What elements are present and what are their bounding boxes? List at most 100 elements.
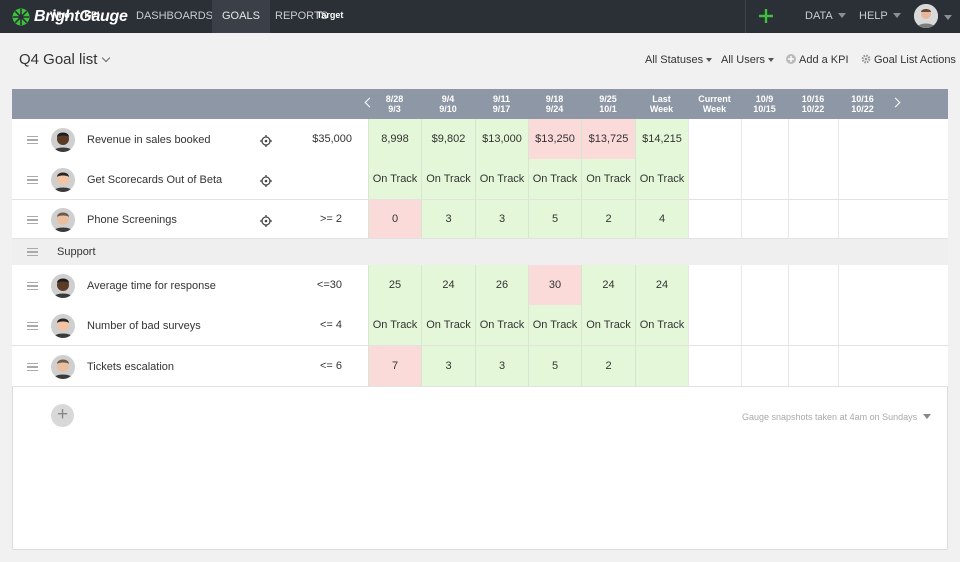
empty-cell[interactable]	[688, 200, 741, 238]
drag-handle-icon[interactable]	[27, 176, 38, 184]
metric-cell[interactable]: $13,250	[528, 119, 581, 159]
kpi-name[interactable]: Revenue in sales booked	[87, 134, 211, 146]
nav-goals[interactable]: GOALS	[212, 0, 270, 33]
kpi-name[interactable]: Average time for response	[87, 280, 216, 292]
empty-cell[interactable]	[838, 346, 887, 386]
empty-cell[interactable]	[788, 119, 838, 159]
header-period-end: 9/3	[388, 104, 401, 114]
header-period-start: 9/18	[545, 94, 564, 104]
metric-cell[interactable]: 5	[528, 346, 581, 386]
user-avatar-icon	[914, 4, 938, 28]
owner-avatar[interactable]	[51, 168, 75, 192]
add-goal-button[interactable]: +	[51, 404, 74, 427]
kpi-name[interactable]: Phone Screenings	[87, 214, 177, 226]
empty-cell[interactable]	[688, 119, 741, 159]
metric-cell[interactable]: On Track	[581, 159, 635, 199]
metric-cell[interactable]	[635, 346, 688, 386]
metric-cell[interactable]: 3	[421, 200, 475, 238]
metric-cell[interactable]: 5	[528, 200, 581, 238]
add-kpi-button[interactable]: Add a KPI	[786, 54, 849, 66]
metric-cell[interactable]: 3	[475, 346, 528, 386]
metric-cell[interactable]: 3	[421, 346, 475, 386]
metric-cell[interactable]: On Track	[368, 305, 421, 345]
metric-cell[interactable]: 24	[421, 265, 475, 305]
owner-avatar[interactable]	[51, 128, 75, 152]
empty-cell[interactable]	[741, 119, 788, 159]
metric-cell[interactable]: 26	[475, 265, 528, 305]
empty-cell[interactable]	[838, 265, 887, 305]
metric-cell[interactable]: 24	[635, 265, 688, 305]
drag-handle-icon[interactable]	[27, 322, 38, 330]
metric-cell[interactable]: 0	[368, 200, 421, 238]
metric-cell[interactable]: 4	[635, 200, 688, 238]
metric-cell[interactable]: 25	[368, 265, 421, 305]
add-plus-icon[interactable]	[757, 7, 775, 25]
metric-cell[interactable]: On Track	[528, 305, 581, 345]
empty-cell[interactable]	[838, 305, 887, 345]
metric-cell[interactable]: 2	[581, 346, 635, 386]
metric-cell[interactable]: 3	[475, 200, 528, 238]
empty-cell[interactable]	[788, 200, 838, 238]
empty-cell[interactable]	[688, 265, 741, 305]
metric-cell[interactable]: $13,725	[581, 119, 635, 159]
metric-cell[interactable]: On Track	[528, 159, 581, 199]
empty-cell[interactable]	[741, 200, 788, 238]
empty-cell[interactable]	[838, 200, 887, 238]
empty-cell[interactable]	[688, 305, 741, 345]
user-menu-chevron-icon[interactable]	[944, 15, 952, 20]
metric-cell[interactable]: On Track	[635, 305, 688, 345]
owner-avatar[interactable]	[51, 274, 75, 298]
empty-cell[interactable]	[741, 305, 788, 345]
kpi-name[interactable]: Tickets escalation	[87, 361, 174, 373]
metric-cell[interactable]: On Track	[635, 159, 688, 199]
metric-cell[interactable]: 30	[528, 265, 581, 305]
empty-cell[interactable]	[788, 346, 838, 386]
owner-avatar[interactable]	[51, 355, 75, 379]
snapshot-note[interactable]: Gauge snapshots taken at 4am on Sundays	[742, 412, 932, 422]
empty-cell[interactable]	[688, 159, 741, 199]
empty-cell[interactable]	[788, 159, 838, 199]
empty-cell[interactable]	[838, 119, 887, 159]
metric-cell[interactable]: On Track	[421, 305, 475, 345]
kpi-name[interactable]: Number of bad surveys	[87, 320, 201, 332]
drag-handle-icon[interactable]	[27, 282, 38, 290]
goal-list-actions-button[interactable]: Goal List Actions	[861, 54, 956, 66]
empty-cell[interactable]	[688, 346, 741, 386]
metric-cell[interactable]: On Track	[581, 305, 635, 345]
drag-handle-icon[interactable]	[27, 216, 38, 224]
user-filter[interactable]: All Users	[721, 54, 775, 66]
data-menu[interactable]: DATA	[805, 0, 846, 33]
crosshair-icon[interactable]	[260, 174, 272, 187]
metric-cell[interactable]: $13,000	[475, 119, 528, 159]
drag-handle-icon[interactable]	[27, 363, 38, 371]
table-row: Tickets escalation <= 673352	[12, 346, 948, 387]
empty-cell[interactable]	[741, 346, 788, 386]
header-period-start: 10/16	[851, 94, 874, 104]
page-title[interactable]: Q4 Goal list	[19, 51, 111, 68]
owner-avatar[interactable]	[51, 208, 75, 232]
metric-cell[interactable]: On Track	[475, 305, 528, 345]
status-filter[interactable]: All Statuses	[645, 54, 713, 66]
kpi-name[interactable]: Get Scorecards Out of Beta	[87, 174, 222, 186]
metric-cell[interactable]: $9,802	[421, 119, 475, 159]
empty-cell[interactable]	[741, 265, 788, 305]
metric-cell[interactable]: On Track	[421, 159, 475, 199]
metric-cell[interactable]: On Track	[368, 159, 421, 199]
empty-cell[interactable]	[741, 159, 788, 199]
help-menu[interactable]: HELP	[859, 0, 901, 33]
chevron-down-icon	[837, 13, 846, 18]
metric-cell[interactable]: 2	[581, 200, 635, 238]
metric-cell[interactable]: 7	[368, 346, 421, 386]
empty-cell[interactable]	[788, 265, 838, 305]
metric-cell[interactable]: 8,998	[368, 119, 421, 159]
nav-dashboards[interactable]: DASHBOARDS	[126, 0, 223, 33]
metric-cell[interactable]: $14,215	[635, 119, 688, 159]
empty-cell[interactable]	[838, 159, 887, 199]
drag-handle-icon[interactable]	[27, 136, 38, 144]
metric-cell[interactable]: 24	[581, 265, 635, 305]
drag-handle-icon[interactable]	[27, 248, 38, 256]
empty-cell[interactable]	[788, 305, 838, 345]
metric-cell[interactable]: On Track	[475, 159, 528, 199]
owner-avatar[interactable]	[51, 314, 75, 338]
user-avatar[interactable]	[914, 4, 938, 28]
